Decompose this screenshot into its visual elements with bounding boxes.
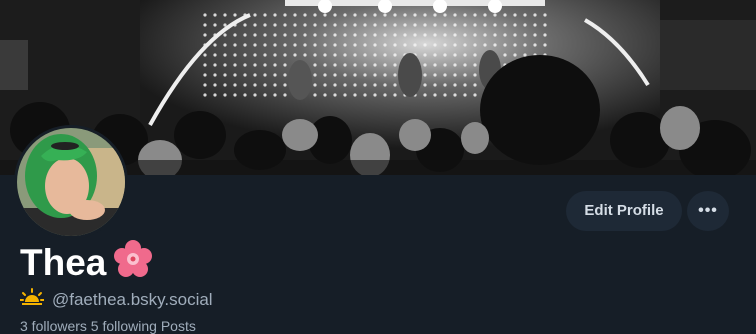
edit-profile-button[interactable]: Edit Profile xyxy=(566,191,682,231)
display-name-row: Thea xyxy=(20,238,153,291)
handle: @faethea.bsky.social xyxy=(52,290,213,309)
ellipsis-icon: ••• xyxy=(698,202,718,219)
more-options-button[interactable]: ••• xyxy=(687,191,729,231)
avatar-image xyxy=(17,128,125,236)
display-name: Thea xyxy=(20,242,107,283)
profile-stats: 3 followers 5 following Posts xyxy=(20,318,196,334)
cherry-blossom-icon xyxy=(114,239,153,291)
avatar[interactable] xyxy=(14,125,128,239)
handle-row: @faethea.bsky.social xyxy=(19,287,213,313)
sunrise-icon xyxy=(19,287,45,313)
